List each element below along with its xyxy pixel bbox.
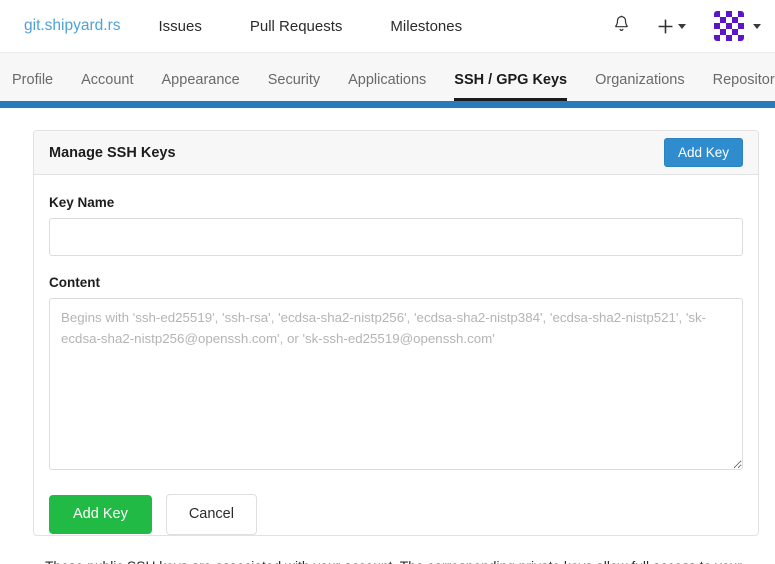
notifications-button[interactable] [602, 7, 640, 45]
nav-link-pull-requests[interactable]: Pull Requests [240, 18, 353, 35]
chevron-down-icon [753, 23, 761, 29]
avatar [714, 11, 744, 41]
chevron-down-icon [678, 23, 686, 29]
top-navbar: git.shipyard.rs Issues Pull Requests Mil… [0, 0, 775, 52]
cancel-button[interactable]: Cancel [165, 494, 257, 535]
tab-security[interactable]: Security [268, 72, 320, 102]
nav-link-milestones[interactable]: Milestones [380, 18, 472, 35]
key-name-field-block: Key Name [49, 195, 743, 256]
key-name-input[interactable] [49, 218, 743, 256]
settings-tab-bar: Profile Account Appearance Security Appl… [0, 52, 775, 101]
tab-appearance[interactable]: Appearance [162, 72, 240, 102]
create-new-menu[interactable] [654, 7, 686, 45]
tab-applications[interactable]: Applications [348, 72, 426, 102]
key-name-label: Key Name [49, 195, 115, 210]
card-header: Manage SSH Keys Add Key [34, 131, 758, 175]
content-label: Content [49, 275, 100, 290]
manage-ssh-keys-card: Manage SSH Keys Add Key Key Name Content… [33, 130, 759, 536]
tab-ssh-gpg-keys[interactable]: SSH / GPG Keys [454, 72, 568, 101]
add-key-submit-button[interactable]: Add Key [49, 495, 152, 534]
nav-link-issues[interactable]: Issues [148, 18, 211, 35]
tab-account[interactable]: Account [81, 72, 133, 102]
add-key-form: Key Name Content Add Key Cancel [34, 175, 758, 535]
plus-icon [654, 7, 676, 45]
tab-repositories[interactable]: Repositories [713, 72, 775, 102]
tab-profile[interactable]: Profile [12, 72, 53, 102]
content-field-block: Content [49, 275, 743, 475]
page-accent-strip [0, 101, 775, 108]
tab-organizations[interactable]: Organizations [595, 72, 684, 102]
ssh-keys-help-text: These public SSH keys are associated wit… [45, 557, 745, 564]
brand-link[interactable]: git.shipyard.rs [14, 17, 130, 35]
page-content: Manage SSH Keys Add Key Key Name Content… [0, 108, 775, 564]
user-menu[interactable] [714, 11, 761, 41]
form-actions: Add Key Cancel [49, 494, 743, 535]
navbar-right-group [602, 7, 761, 45]
content-textarea[interactable] [49, 298, 743, 470]
page-title: Manage SSH Keys [49, 144, 176, 161]
bell-icon [613, 15, 630, 38]
navbar-left-group: git.shipyard.rs Issues Pull Requests Mil… [14, 17, 500, 35]
add-key-header-button[interactable]: Add Key [663, 137, 743, 168]
